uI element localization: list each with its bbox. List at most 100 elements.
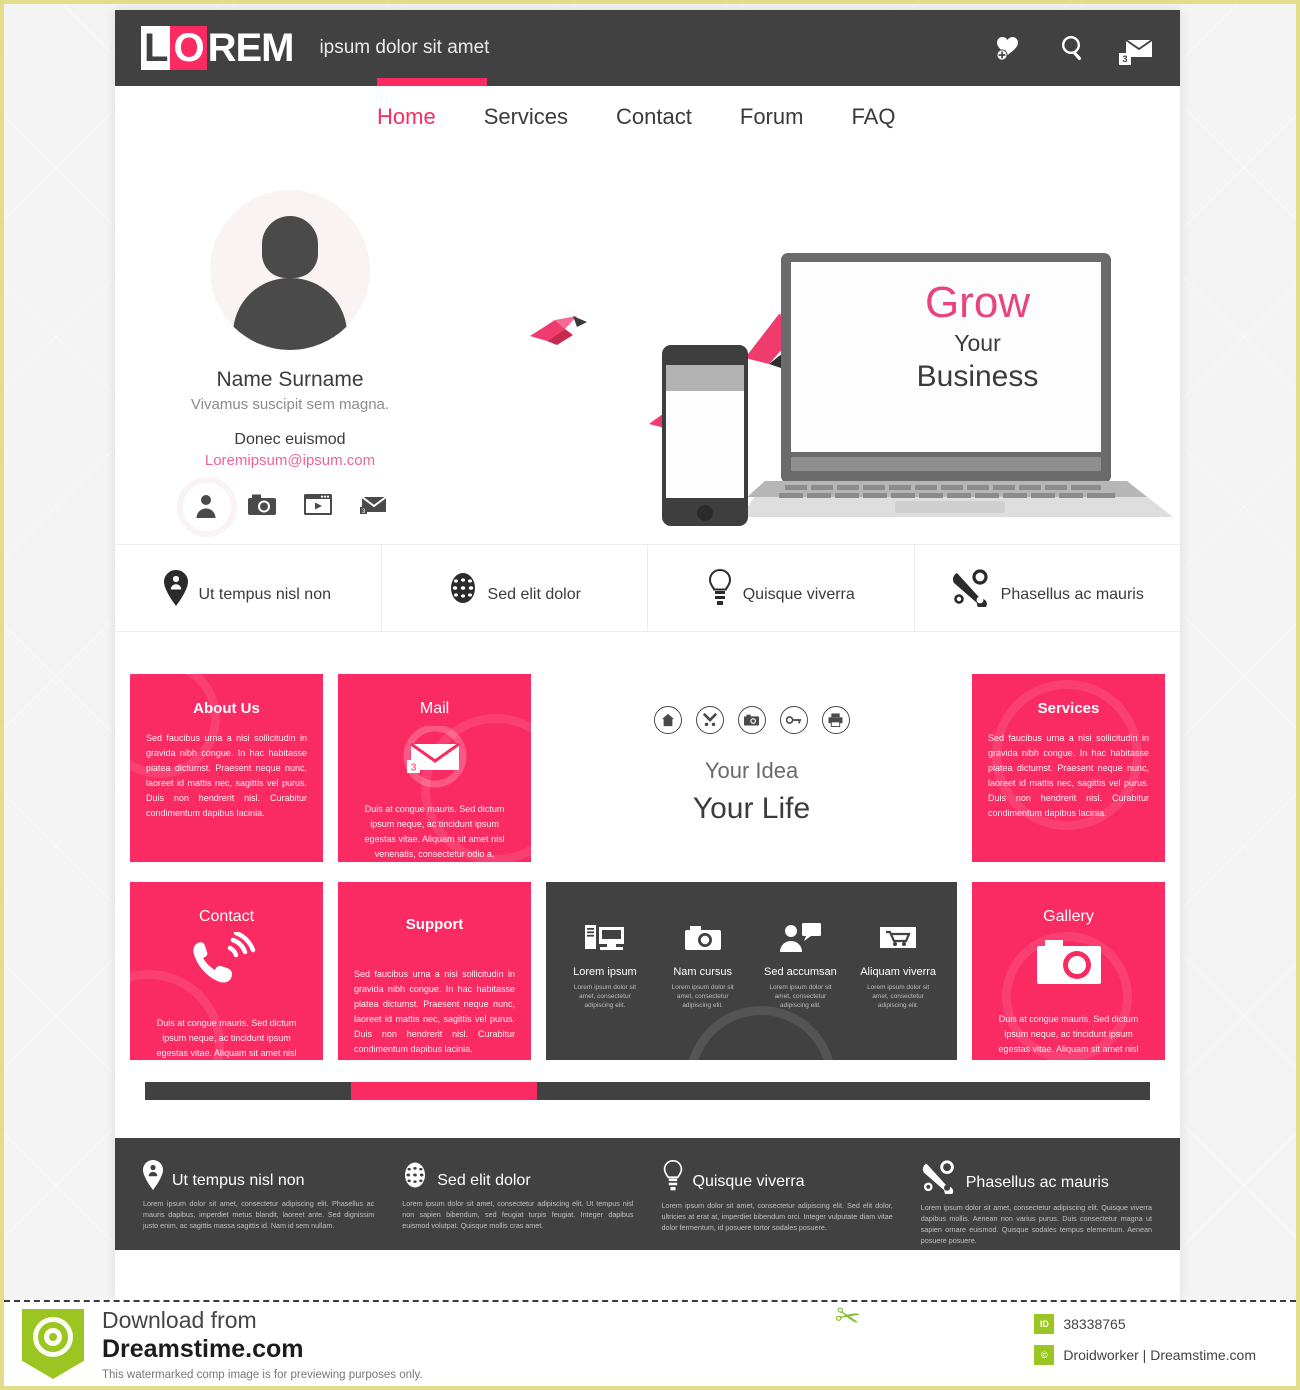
logo-letters-rem: REM <box>207 26 295 70</box>
watermark-line-2: Dreamstime.com <box>102 1335 304 1363</box>
card-gallery[interactable]: Gallery Duis at congue mauris. Sed dictu… <box>971 882 1166 1060</box>
site-logo[interactable]: L O REM <box>141 26 295 70</box>
dark-panel-item-user-chat[interactable]: Sed accumsan Lorem ipsum dolor sit amet,… <box>752 918 850 1060</box>
dark-panel-title: Aliquam viverra <box>860 966 937 978</box>
progress-bar[interactable] <box>145 1082 1150 1100</box>
nav-item-contact[interactable]: Contact <box>616 104 692 130</box>
globe-icon <box>450 573 475 603</box>
card-title: Support <box>405 916 464 933</box>
camera-icon <box>972 936 1165 998</box>
key-icon[interactable] <box>779 706 808 734</box>
user-icon[interactable] <box>177 477 237 537</box>
footer-title: Quisque viverra <box>692 1173 805 1190</box>
content-row-1: About Us Sed faucibus urna a nisi sollic… <box>130 674 1166 862</box>
dark-panel-item-cart[interactable]: Aliquam viverra Lorem ipsum dolor sit am… <box>849 918 947 1060</box>
watermark-meta: ID 38338765 © Droidworker | Dreamstime.c… <box>1034 1314 1256 1376</box>
feature-strip-item-globe[interactable]: Sed elit dolor <box>382 545 648 631</box>
copyright-value: Droidworker | Dreamstime.com <box>1063 1347 1256 1363</box>
watermark-id-row: ID 38338765 <box>1034 1314 1256 1334</box>
lightbulb-icon <box>663 1160 682 1191</box>
watermark-line-1: Download from <box>102 1307 257 1333</box>
idea-panel-icons <box>546 674 957 734</box>
dark-panel-sub: Lorem ipsum dolor sit amet, consectetur … <box>769 984 832 1009</box>
printer-icon[interactable] <box>821 706 850 734</box>
feature-strip: Ut tempus nisl non Sed elit dolor Quisqu… <box>115 544 1180 632</box>
nav-item-forum[interactable]: Forum <box>740 104 804 130</box>
phone-signal-icon <box>130 930 323 1002</box>
tools-icon[interactable] <box>695 706 724 734</box>
card-body: Sed faucibus urna a nisi sollicitudin in… <box>146 733 308 818</box>
top-header-bar: L O REM ipsum dolor sit amet 3 <box>115 10 1180 86</box>
footer-heading: Quisque viverra <box>662 1160 893 1192</box>
progress-bar-fill[interactable] <box>351 1082 537 1100</box>
card-about-us[interactable]: About Us Sed faucibus urna a nisi sollic… <box>130 674 324 862</box>
card-mail[interactable]: Mail 3 Duis at congue mauris. Sed dictum… <box>338 674 532 862</box>
camera-icon[interactable] <box>247 493 277 519</box>
logo-swirl-inner <box>44 1328 62 1346</box>
logo-letter-l: L <box>141 26 171 70</box>
footer-title: Phasellus ac mauris <box>965 1174 1109 1191</box>
wrench-gear-icon <box>922 1160 954 1194</box>
mail-icon[interactable]: 3 <box>1119 35 1154 65</box>
card-body: Sed faucibus urna a nisi sollicitudin in… <box>987 733 1150 818</box>
site-tagline: ipsum dolor sit amet <box>319 37 490 58</box>
content-grid: About Us Sed faucibus urna a nisi sollic… <box>115 632 1180 1100</box>
globe-icon <box>405 1162 426 1188</box>
camera-icon[interactable] <box>737 706 766 734</box>
mail-badge-count: 3 <box>1119 53 1131 65</box>
smartphone-illustration <box>660 343 750 533</box>
card-contact[interactable]: Contact Duis at congue mauris. Sed dictu… <box>130 882 324 1060</box>
footer-heading: Phasellus ac mauris <box>921 1160 1152 1194</box>
nav-item-services[interactable]: Services <box>484 104 568 130</box>
idea-panel: Your Idea Your Life <box>546 674 957 862</box>
footer-column-location: Ut tempus nisl non Lorem ipsum dolor sit… <box>129 1160 388 1250</box>
feature-strip-item-location[interactable]: Ut tempus nisl non <box>115 545 382 631</box>
dark-panel-title: Lorem ipsum <box>573 966 637 978</box>
hero-section: Name Surname Vivamus suscipit sem magna.… <box>115 148 1180 544</box>
card-services[interactable]: Services Sed faucibus urna a nisi sollic… <box>971 674 1166 862</box>
id-chip: ID <box>1034 1314 1055 1334</box>
feature-strip-item-tools[interactable]: Phasellus ac mauris <box>915 545 1181 631</box>
footer-title: Ut tempus nisl non <box>172 1172 305 1189</box>
mail-icon[interactable]: 3 <box>359 493 389 519</box>
shopping-cart-icon <box>849 918 947 958</box>
desktop-computer-icon <box>556 918 654 958</box>
card-body: Duis at congue mauris. Sed dictum ipsum … <box>364 804 505 859</box>
avatar-head <box>262 216 318 278</box>
card-title: Contact <box>198 908 255 925</box>
footer-body: Lorem ipsum dolor sit amet, consectetur … <box>661 1201 893 1232</box>
card-body: Sed faucibus urna a nisi sollicitudin in… <box>354 969 516 1054</box>
user-chat-icon <box>752 918 850 958</box>
copyright-chip: © <box>1034 1345 1055 1365</box>
footer-column-globe: Sed elit dolor Lorem ipsum dolor sit ame… <box>388 1160 647 1250</box>
watermark-copyright-row: © Droidworker | Dreamstime.com <box>1034 1345 1256 1365</box>
profile-name: Name Surname <box>216 368 364 391</box>
video-player-icon[interactable] <box>303 493 333 519</box>
dreamstime-logo <box>22 1309 84 1379</box>
profile-email[interactable]: Loremipsum@ipsum.com <box>145 452 435 469</box>
dark-panel-sub: Lorem ipsum dolor sit amet, consectetur … <box>671 984 734 1009</box>
heart-plus-icon[interactable] <box>994 34 1024 62</box>
website-mockup: L O REM ipsum dolor sit amet 3 Home Serv… <box>115 10 1180 1300</box>
nav-item-home[interactable]: Home <box>377 104 436 130</box>
feature-strip-item-idea[interactable]: Quisque viverra <box>648 545 915 631</box>
search-icon[interactable] <box>1058 33 1088 63</box>
home-icon[interactable] <box>653 706 682 734</box>
feature-strip-label: Quisque viverra <box>742 586 855 603</box>
footer-column-idea: Quisque viverra Lorem ipsum dolor sit am… <box>648 1160 907 1250</box>
footer-heading: Ut tempus nisl non <box>143 1160 374 1190</box>
footer-heading: Sed elit dolor <box>402 1160 633 1190</box>
origami-bird-icon <box>525 308 595 363</box>
footer-body: Lorem ipsum dolor sit amet, consectetur … <box>143 1199 375 1230</box>
content-row-2: Contact Duis at congue mauris. Sed dictu… <box>130 882 1166 1060</box>
map-pin-icon <box>164 570 189 606</box>
mail-icon: 3 <box>338 724 531 788</box>
nav-item-faq[interactable]: FAQ <box>851 104 895 130</box>
dark-panel-item-camera[interactable]: Nam cursus Lorem ipsum dolor sit amet, c… <box>654 918 752 1060</box>
active-tab-accent <box>377 78 487 86</box>
card-support[interactable]: Support Sed faucibus urna a nisi sollici… <box>338 882 532 1060</box>
dark-panel-item-computer[interactable]: Lorem ipsum Lorem ipsum dolor sit amet, … <box>556 918 654 1060</box>
main-navigation: Home Services Contact Forum FAQ <box>115 78 1180 148</box>
image-id-value: 38338765 <box>1063 1316 1126 1332</box>
services-dark-panel: Lorem ipsum Lorem ipsum dolor sit amet, … <box>546 882 957 1060</box>
